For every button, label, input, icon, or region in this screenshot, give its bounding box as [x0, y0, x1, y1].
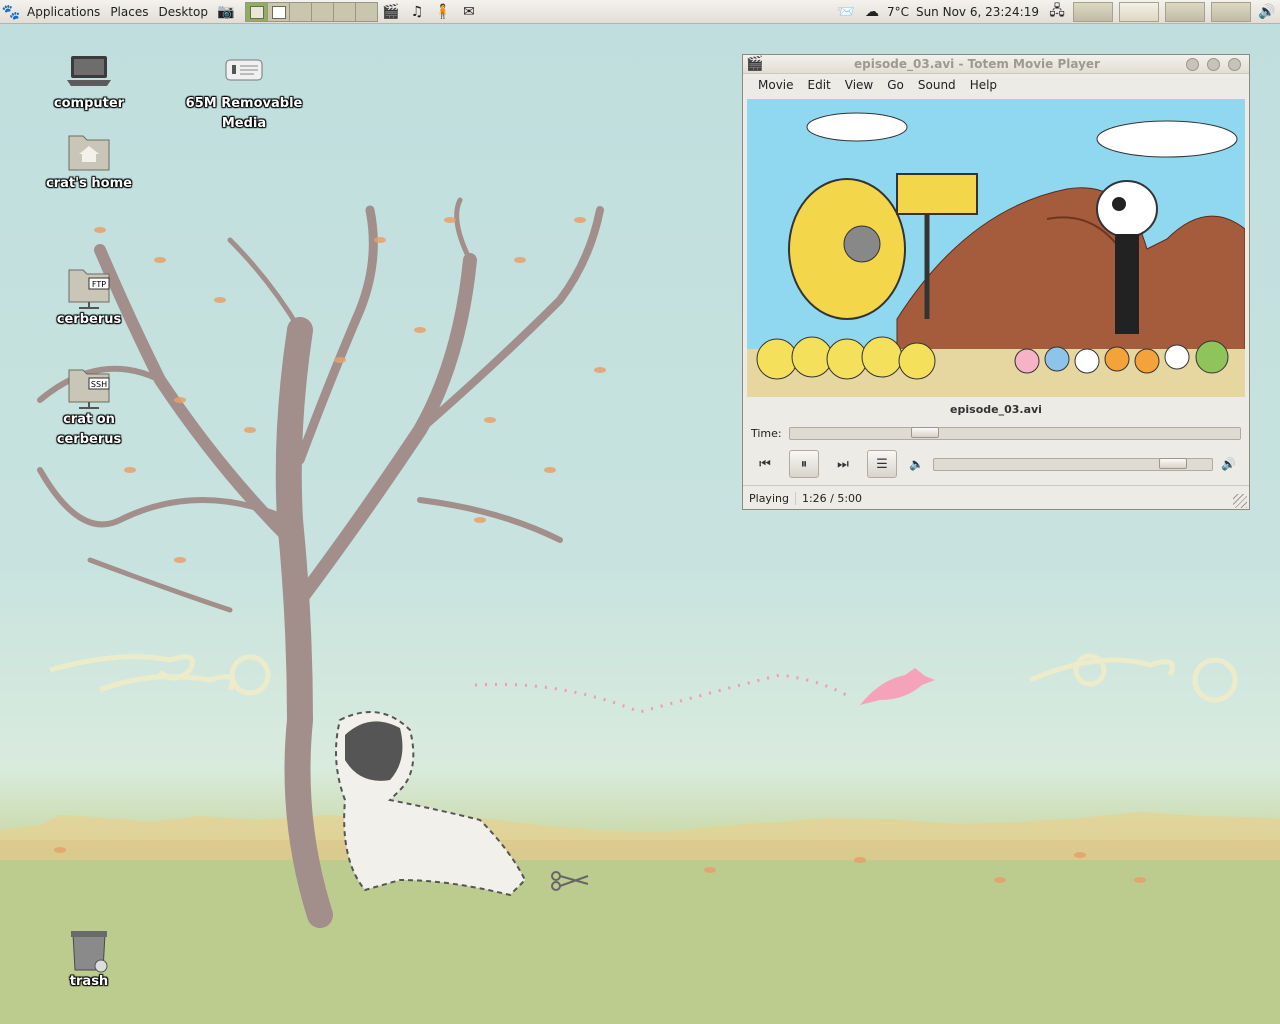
seek-slider[interactable] [789, 426, 1241, 440]
video-frame [747, 99, 1245, 397]
cpu-monitor-applet[interactable] [1073, 1, 1113, 22]
window-title: episode_03.avi - Totem Movie Player [854, 57, 1100, 71]
screenshot-launcher-icon[interactable]: 📷 [216, 2, 236, 22]
menu-sound[interactable]: Sound [911, 78, 963, 92]
pause-icon: ⏸ [800, 456, 808, 472]
workspace-4[interactable] [311, 2, 334, 21]
playback-state: Playing [743, 491, 796, 505]
menu-applications[interactable]: Applications [22, 5, 105, 19]
desktop-icon-label: trash [69, 974, 109, 989]
resize-grip[interactable] [1233, 494, 1247, 508]
menu-go[interactable]: Go [880, 78, 911, 92]
computer-icon [65, 50, 113, 94]
window-menu-icon[interactable]: 🎬 [745, 54, 765, 74]
menu-desktop[interactable]: Desktop [153, 5, 213, 19]
panel-right-area: 📨 ☁ 7°C Sun Nov 6, 23:24:19 🖧 🔊 [833, 1, 1280, 22]
skip-forward-icon: ⏭ [837, 456, 849, 472]
ssh-share-icon: SSH [65, 366, 113, 410]
menu-edit[interactable]: Edit [801, 78, 838, 92]
removable-drive-icon [220, 50, 268, 94]
statusbar: Playing 1:26 / 5:00 [743, 485, 1249, 510]
menu-view[interactable]: View [838, 78, 880, 92]
pause-button[interactable]: ⏸ [789, 450, 819, 478]
workspace-switcher [244, 1, 378, 22]
workspace-6[interactable] [355, 2, 377, 21]
notification-icon[interactable]: 📨 [836, 2, 856, 22]
gaim-person-icon[interactable]: 🧍 [433, 2, 453, 22]
clock[interactable]: Sun Nov 6, 23:24:19 [911, 5, 1044, 19]
time-label: Time: [751, 426, 782, 440]
ftp-badge: FTP [92, 280, 106, 289]
desktop-icon-trash[interactable]: trash [29, 928, 149, 992]
desktop-icon-home[interactable]: crat's home [29, 130, 149, 194]
menu-movie[interactable]: Movie [751, 78, 801, 92]
menu-places[interactable]: Places [105, 5, 153, 19]
workspace-1[interactable] [245, 2, 268, 21]
weather-cloud-icon[interactable]: ☁ [862, 2, 882, 22]
desktop-icon-label: crat's home [46, 176, 132, 191]
next-chapter-button[interactable]: ⏭ [829, 451, 857, 477]
gnome-foot-icon[interactable]: 🐾 [0, 1, 22, 23]
memory-monitor-applet[interactable] [1119, 1, 1159, 22]
totem-window: 🎬 episode_03.avi - Totem Movie Player Mo… [742, 54, 1250, 510]
network-monitor-icon[interactable]: 🖧 [1047, 2, 1067, 22]
desktop-icon-cerberus[interactable]: FTP cerberus [29, 266, 149, 330]
desktop-icon-label: computer [53, 96, 125, 111]
workspace-3[interactable] [289, 2, 312, 21]
workspace-5[interactable] [333, 2, 356, 21]
top-panel: 🐾 Applications Places Desktop 📷 🎬 ♫ 🧍 ✉ … [0, 0, 1280, 24]
volume-slider-handle[interactable] [1159, 457, 1187, 469]
home-folder-icon [65, 130, 113, 174]
mail-envelope-icon[interactable]: ✉ [459, 2, 479, 22]
playback-controls: ⏮ ⏸ ⏭ ☰ 🔈 🔊 [751, 449, 1241, 479]
video-filename: episode_03.avi [950, 403, 1042, 416]
volume-slider[interactable] [933, 457, 1213, 471]
volume-high-icon[interactable]: 🔊 [1221, 457, 1239, 471]
playback-time: 1:26 / 5:00 [801, 491, 863, 505]
desktop-icon-crat-on-cerberus[interactable]: SSH crat on cerberus [29, 366, 149, 450]
minimize-icon[interactable] [1186, 57, 1199, 71]
net-monitor-applet[interactable] [1165, 1, 1205, 22]
maximize-icon[interactable] [1207, 57, 1220, 71]
menu-help[interactable]: Help [963, 78, 1004, 92]
window-titlebar[interactable]: 🎬 episode_03.avi - Totem Movie Player [743, 55, 1249, 74]
totem-taskbar-icon[interactable]: 🎬 [381, 2, 401, 22]
playlist-toggle-button[interactable]: ☰ [867, 450, 897, 478]
ftp-share-icon: FTP [65, 266, 113, 310]
desktop-icon-label: 65M Removable Media [185, 96, 303, 131]
playlist-icon: ☰ [876, 456, 888, 472]
close-icon[interactable] [1228, 57, 1241, 71]
volume-speaker-icon[interactable]: 🔊 [1257, 2, 1277, 22]
ssh-badge: SSH [91, 380, 107, 389]
volume-low-icon[interactable]: 🔈 [909, 457, 925, 471]
previous-chapter-button[interactable]: ⏮ [751, 451, 779, 477]
skip-back-icon: ⏮ [759, 456, 771, 472]
load-monitor-applet[interactable] [1211, 1, 1251, 22]
workspace-2[interactable] [267, 2, 290, 21]
desktop-icon-computer[interactable]: computer [29, 50, 149, 114]
time-row: Time: [751, 425, 1241, 441]
desktop-icon-removable-media[interactable]: 65M Removable Media [184, 50, 304, 134]
weather-temperature[interactable]: 7°C [885, 5, 911, 19]
menubar: Movie Edit View Go Sound Help [743, 74, 1249, 96]
music-note-icon[interactable]: ♫ [407, 2, 427, 22]
desktop-icon-label: crat on cerberus [56, 412, 122, 447]
video-area[interactable] [747, 99, 1245, 397]
seek-slider-handle[interactable] [911, 426, 940, 438]
trash-icon [65, 928, 113, 973]
